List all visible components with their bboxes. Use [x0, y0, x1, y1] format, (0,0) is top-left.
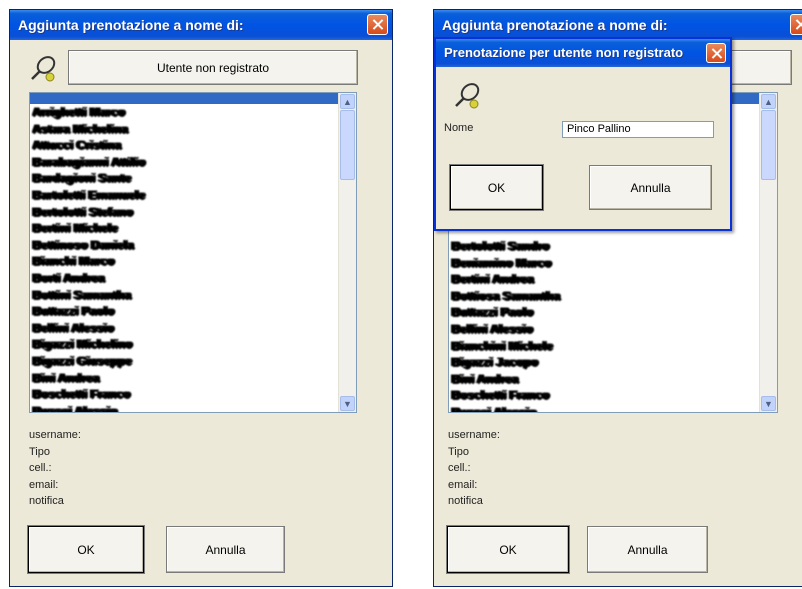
- info-label: username:: [448, 429, 500, 441]
- close-icon[interactable]: [706, 43, 726, 63]
- unregistered-user-popup: Prenotazione per utente non registrato N…: [434, 37, 732, 231]
- scroll-thumb[interactable]: [340, 110, 355, 180]
- info-label: cell.:: [29, 462, 52, 474]
- left-dialog-window: Aggiunta prenotazione a nome di: Utente …: [9, 9, 393, 587]
- list-item[interactable]: Buttazzi Paolo: [451, 304, 757, 321]
- list-item[interactable]: Bertini Andrea: [451, 271, 757, 288]
- list-item[interactable]: Bigazzi Giuseppe: [32, 353, 336, 370]
- scroll-thumb[interactable]: [761, 110, 776, 180]
- info-label: cell.:: [448, 462, 471, 474]
- popup-title: Prenotazione per utente non registrato: [436, 39, 730, 67]
- list-item[interactable]: Borti Andrea: [32, 270, 336, 287]
- scroll-down-icon[interactable]: ▼: [761, 396, 776, 411]
- info-label: notifica: [448, 495, 483, 507]
- list-item[interactable]: Barabagianni Attilio: [32, 154, 336, 171]
- scrollbar[interactable]: ▲ ▼: [759, 93, 777, 412]
- list-item[interactable]: Bigazzi Michelino: [32, 336, 336, 353]
- list-item[interactable]: Buttazzi Paolo: [32, 303, 336, 320]
- popup-cancel-button[interactable]: Annulla: [589, 165, 712, 210]
- list-item[interactable]: Bussei Alessio: [32, 403, 336, 412]
- info-label: email:: [29, 478, 59, 491]
- list-item[interactable]: Bardagioni Sante: [32, 170, 336, 187]
- cancel-button[interactable]: Annulla: [166, 526, 285, 573]
- list-item[interactable]: Bartoletti Emanuele: [32, 187, 336, 204]
- list-item[interactable]: Beniamino Marco: [451, 255, 757, 272]
- user-list-items: Arrighetti Marco Astara Michelina Attucci …: [32, 104, 336, 412]
- list-item[interactable]: Bianchi Marco: [32, 253, 336, 270]
- user-info-labels: username: Tipo cell.: email: notifica: [448, 427, 500, 510]
- info-label: username:: [29, 429, 81, 441]
- list-item[interactable]: Boschetti Franco: [451, 387, 757, 404]
- info-label: email:: [448, 478, 478, 491]
- list-item[interactable]: Bellini Alessio: [32, 320, 336, 337]
- name-label: Nome: [444, 122, 474, 134]
- unregistered-user-button[interactable]: Utente non registrato: [68, 50, 358, 85]
- list-item[interactable]: Bertini Michele: [32, 220, 336, 237]
- scroll-down-icon[interactable]: ▼: [340, 396, 355, 411]
- list-item[interactable]: Bigazzi Jacopo: [451, 354, 757, 371]
- list-item[interactable]: Bini Andrea: [32, 370, 336, 387]
- user-list[interactable]: Arrighetti Marco Astara Michelina Attucci …: [29, 92, 357, 413]
- ok-button[interactable]: OK: [447, 526, 569, 573]
- info-label: notifica: [29, 495, 64, 507]
- tennis-racket-icon: [31, 56, 56, 82]
- name-input[interactable]: Pinco Pallino: [562, 121, 714, 138]
- cancel-button[interactable]: Annulla: [587, 526, 708, 573]
- list-selection: [30, 93, 339, 104]
- scrollbar[interactable]: ▲ ▼: [338, 93, 356, 412]
- list-item[interactable]: Astara Michelina: [32, 121, 336, 138]
- right-dialog-title: Aggiunta prenotazione a nome di:: [434, 10, 802, 40]
- close-icon[interactable]: [790, 14, 802, 35]
- list-item[interactable]: Arrighetti Marco: [32, 104, 336, 121]
- ok-button[interactable]: OK: [28, 526, 144, 573]
- list-item[interactable]: Bottini Samantha: [32, 287, 336, 304]
- tennis-racket-icon: [455, 83, 480, 109]
- list-item[interactable]: Bettinoso Daniela: [32, 237, 336, 254]
- user-list-items: Bertolotti Sandro Beniamino Marco Bertini …: [451, 238, 757, 412]
- list-item[interactable]: Bottiosa Samantha: [451, 288, 757, 305]
- info-label: Tipo: [448, 445, 469, 458]
- scroll-up-icon[interactable]: ▲: [340, 94, 355, 109]
- left-dialog-title: Aggiunta prenotazione a nome di:: [10, 10, 392, 40]
- list-item[interactable]: Bianchini Michele: [451, 338, 757, 355]
- scroll-up-icon[interactable]: ▲: [761, 94, 776, 109]
- user-info-labels: username: Tipo cell.: email: notifica: [29, 427, 81, 510]
- list-item[interactable]: Bertolotti Sandro: [451, 238, 757, 255]
- list-item[interactable]: Boschetti Franco: [32, 386, 336, 403]
- popup-ok-button[interactable]: OK: [450, 165, 543, 210]
- list-item[interactable]: Bini Andrea: [451, 371, 757, 388]
- list-item[interactable]: Bussei Alessio: [451, 404, 757, 412]
- close-icon[interactable]: [367, 14, 388, 35]
- list-item[interactable]: Attucci Cristina: [32, 137, 336, 154]
- list-item[interactable]: Bertolotti Stefano: [32, 204, 336, 221]
- info-label: Tipo: [29, 445, 50, 458]
- list-item[interactable]: Bellini Alessio: [451, 321, 757, 338]
